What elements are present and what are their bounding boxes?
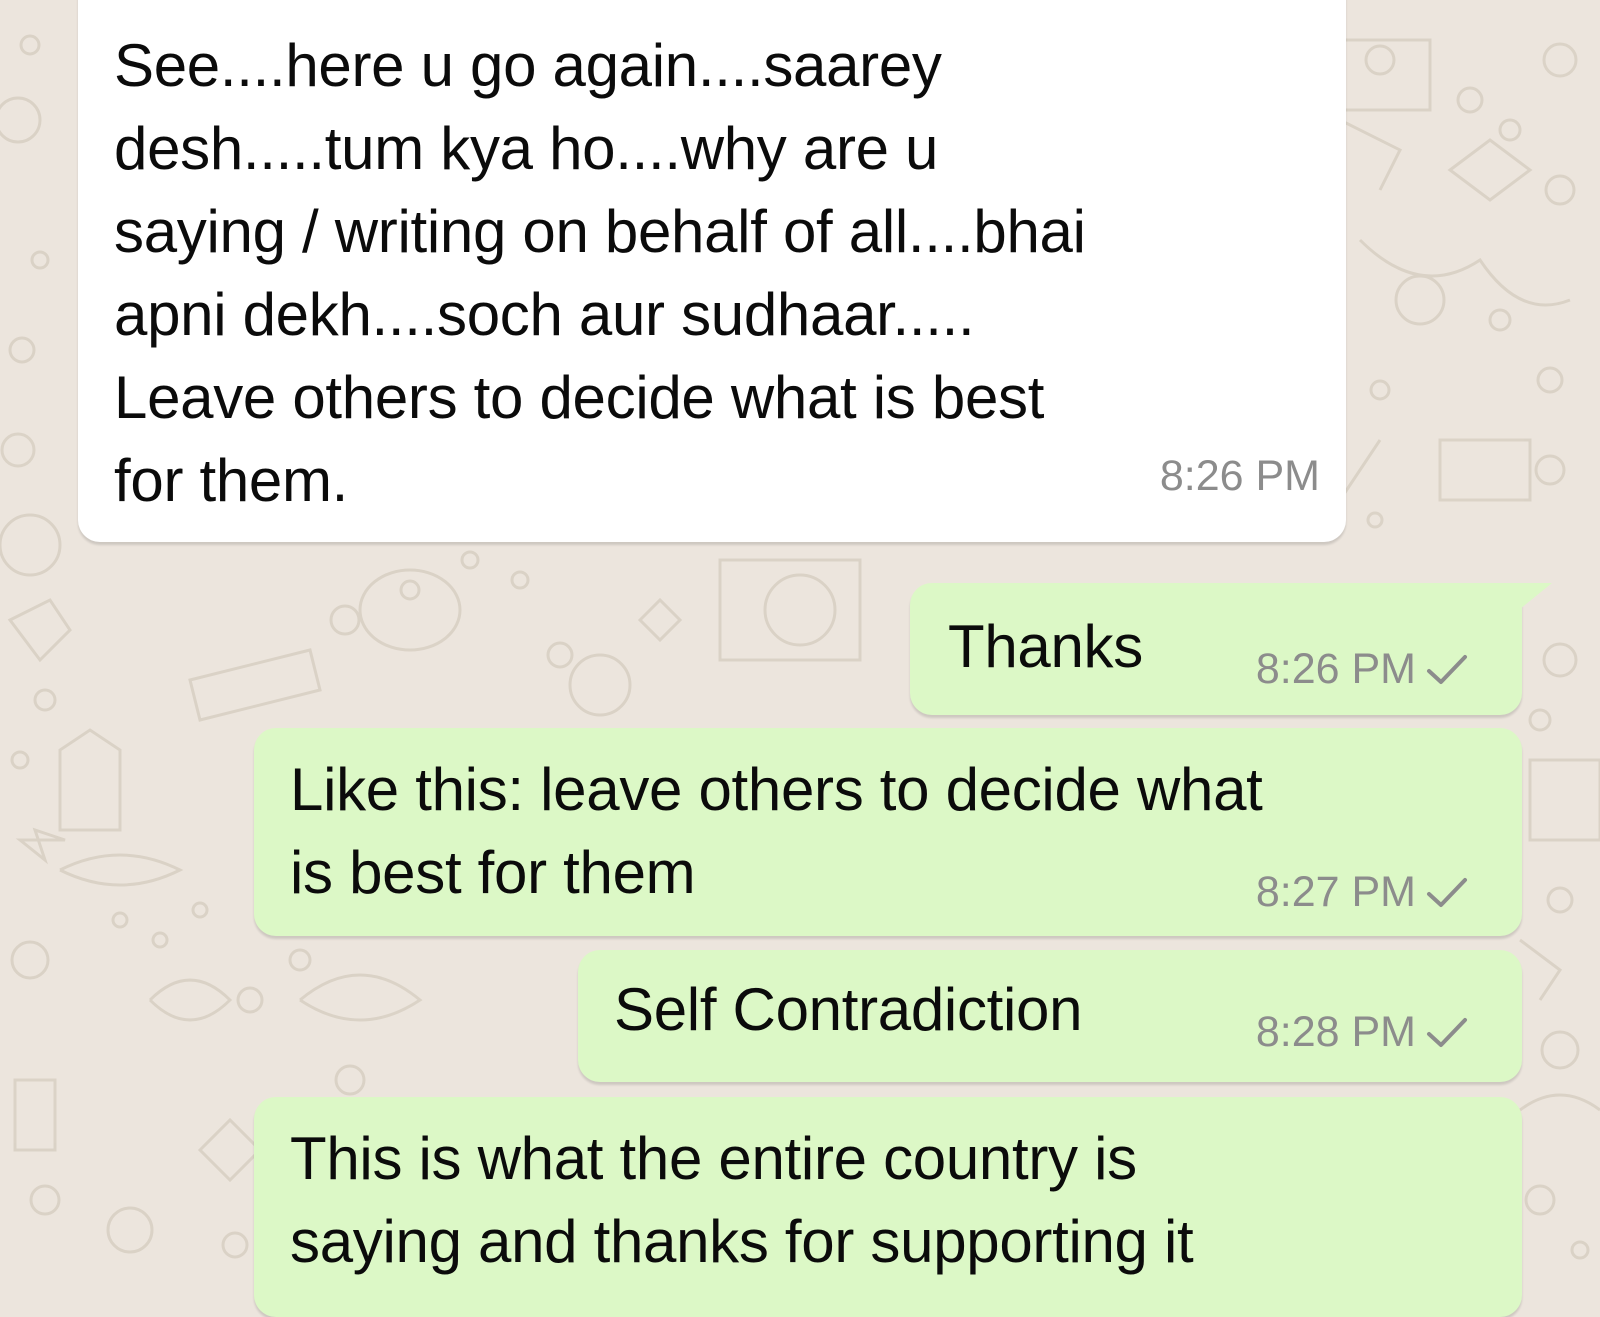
message-text: This is what the entire country is sayin… — [290, 1125, 1194, 1275]
message-text: Thanks — [948, 613, 1143, 680]
message-bubble-outgoing[interactable]: Like this: leave others to decide what i… — [254, 728, 1522, 936]
message-meta: 8:26 PM — [1160, 452, 1320, 501]
message-meta: 8:28 PM — [1256, 1008, 1468, 1057]
message-timestamp: 8:26 PM — [1255, 645, 1416, 693]
message-text: Self Contradiction — [614, 976, 1083, 1043]
message-bubble-outgoing[interactable]: Thanks 8:26 PM — [910, 583, 1522, 715]
single-check-icon — [1426, 876, 1468, 910]
message-meta: 8:27 PM — [1256, 868, 1468, 917]
message-timestamp: 8:28 PM — [1255, 1008, 1416, 1056]
message-timestamp: 8:27 PM — [1255, 868, 1416, 916]
single-check-icon — [1426, 1016, 1468, 1050]
message-bubble-outgoing[interactable]: This is what the entire country is sayin… — [254, 1097, 1522, 1317]
message-bubble-incoming[interactable]: See....here u go again....saarey desh...… — [78, 0, 1346, 542]
message-meta: 8:26 PM — [1256, 645, 1468, 694]
chat-conversation: See....here u go again....saarey desh...… — [0, 0, 1600, 1317]
bubble-tail — [1520, 583, 1552, 609]
single-check-icon — [1426, 653, 1468, 687]
message-timestamp: 8:26 PM — [1159, 452, 1320, 500]
message-bubble-outgoing[interactable]: Self Contradiction 8:28 PM — [578, 950, 1522, 1082]
message-text: See....here u go again....saarey desh...… — [114, 32, 1086, 514]
